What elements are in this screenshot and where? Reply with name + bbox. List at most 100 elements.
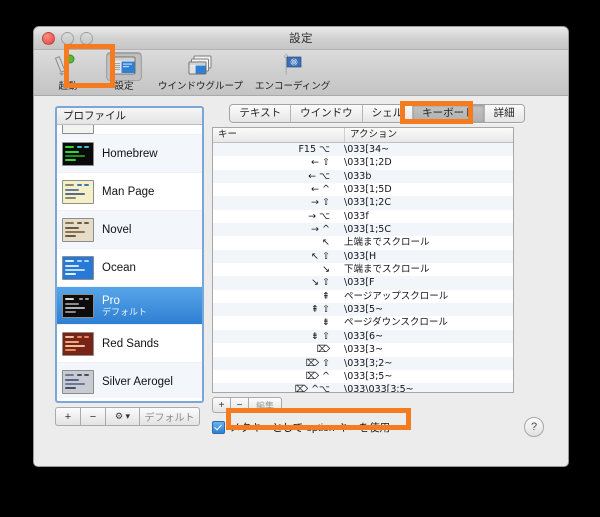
cell-action: \033[1;2C: [344, 197, 391, 209]
profile-default-badge: デフォルト: [102, 306, 148, 317]
window-group-icon: [182, 52, 218, 81]
cell-key: ⌦: [316, 344, 330, 356]
meta-option-row[interactable]: メタキーとして option キーを使用: [212, 420, 542, 435]
remove-profile-button[interactable]: −: [80, 407, 105, 426]
profiles-list-frame: プロファイル Homebrew Man Page Novel Ocean Pro…: [55, 106, 204, 403]
profile-name: Ocean: [102, 261, 136, 274]
tab-text[interactable]: テキスト: [230, 104, 292, 122]
add-mapping-button[interactable]: +: [212, 397, 230, 413]
table-row[interactable]: → ^ \033[1;5C: [213, 223, 513, 237]
tab-keyboard[interactable]: キーボード: [413, 104, 485, 122]
table-row[interactable]: ⌦ ^ \033[3;5~: [213, 369, 513, 384]
table-row[interactable]: ← ^ \033[1;5D: [213, 183, 513, 197]
table-row[interactable]: ⇞ ⇧ \033[5~: [213, 303, 513, 317]
cell-key: ↖ ⇧: [311, 250, 330, 262]
profile-thumbnail: [62, 331, 94, 356]
list-item[interactable]: Homebrew: [57, 135, 202, 173]
cell-action: ページアップスクロール: [344, 290, 449, 302]
cell-key: → ^: [311, 224, 330, 236]
cell-action: \033[1;2D: [344, 157, 392, 169]
cell-action: \033[3;5~: [344, 370, 393, 382]
table-row[interactable]: → ⌥ \033f: [213, 209, 513, 224]
cell-key: ⇟: [322, 317, 330, 329]
profile-name: Man Page: [102, 185, 155, 198]
gear-icon[interactable]: ⚙ ▾: [105, 407, 139, 426]
cell-key: ← ⌥: [308, 170, 330, 182]
profile-name: Pro: [102, 294, 120, 307]
remove-mapping-button[interactable]: −: [230, 397, 248, 413]
window-title: 設定: [289, 33, 313, 45]
cell-action: \033[6~: [344, 330, 384, 342]
cell-action: \033b: [344, 170, 372, 182]
table-row[interactable]: ⌦ ⇧ \033[3;2~: [213, 356, 513, 370]
table-row[interactable]: ⇟ ⇧ \033[6~: [213, 329, 513, 344]
list-item[interactable]: Red Sands: [57, 325, 202, 363]
tab-advanced[interactable]: 詳細: [484, 104, 524, 122]
profile-thumbnail: [62, 217, 94, 242]
cell-action: \033[F: [344, 277, 375, 289]
table-row[interactable]: ← ⌥ \033b: [213, 169, 513, 184]
toolbar: 起動 設定 ウインドウグループ エンコーディング: [34, 50, 568, 96]
profiles-toolbar: + − ⚙ ▾ デフォルト: [55, 407, 200, 426]
table-row[interactable]: F15 ⌥ \033[34~: [213, 143, 513, 157]
toolbar-label-encoding: エンコーディング: [254, 81, 331, 92]
cell-key: ↘: [322, 264, 330, 276]
help-button[interactable]: ?: [524, 417, 544, 437]
toolbar-item-startup[interactable]: 起動: [40, 52, 96, 92]
tab-shell[interactable]: シェル: [362, 104, 414, 122]
profile-thumbnail: [62, 293, 94, 318]
column-header-action[interactable]: アクション: [345, 128, 513, 142]
cell-key: ⌦ ⇧: [305, 357, 330, 369]
table-header: キー アクション: [213, 128, 513, 143]
table-row[interactable]: ⇞ ページアップスクロール: [213, 289, 513, 304]
startup-icon: [50, 52, 86, 81]
table-row[interactable]: ⇟ ページダウンスクロール: [213, 316, 513, 330]
list-item[interactable]: Novel: [57, 211, 202, 249]
cell-key: ⇞ ⇧: [311, 304, 330, 316]
add-profile-button[interactable]: +: [55, 407, 80, 426]
key-mappings-table[interactable]: キー アクション F15 ⌥ \033[34~ ← ⇧ \033[1;2D ← ⌥ \…: [212, 127, 514, 393]
window-content: プロファイル Homebrew Man Page Novel Ocean Pro…: [34, 96, 568, 466]
cell-action: \033[3;2~: [344, 357, 393, 369]
cell-action: ページダウンスクロール: [344, 317, 448, 329]
meta-option-checkbox[interactable]: [212, 421, 225, 434]
cell-key: → ⌥: [308, 210, 330, 222]
list-item-selected[interactable]: Pro デフォルト: [57, 287, 202, 325]
table-row[interactable]: ↖ ⇧ \033[H: [213, 249, 513, 264]
cell-action: \033[1;5D: [344, 184, 392, 196]
table-row[interactable]: ↖ 上端までスクロール: [213, 236, 513, 250]
profile-name: Homebrew: [102, 147, 158, 160]
toolbar-item-settings[interactable]: 設定: [96, 52, 152, 92]
toolbar-label-settings: 設定: [114, 81, 134, 92]
profile-thumbnail: [62, 369, 94, 394]
settings-pane: テキスト ウインドウ シェル キーボード 詳細 キー アクション F15 ⌥ \0…: [212, 100, 544, 437]
screen: 設定 起動 設定 ウインドウグループ エンコーディング プロファイル Homeb…: [0, 0, 600, 517]
toolbar-item-window-group[interactable]: ウインドウグループ: [152, 52, 249, 92]
column-header-key[interactable]: キー: [213, 128, 345, 142]
table-row[interactable]: ⌦ ^⌥ \033\033[3;5~: [213, 383, 513, 392]
cell-key: ⌦ ^: [305, 370, 330, 382]
table-row[interactable]: → ⇧ \033[1;2C: [213, 196, 513, 210]
cell-key: ↖: [322, 237, 330, 249]
encoding-flag-icon: [275, 52, 311, 81]
edit-mapping-button[interactable]: 編集: [248, 397, 282, 413]
table-row[interactable]: ← ⇧ \033[1;2D: [213, 156, 513, 170]
table-row[interactable]: ↘ 下端までスクロール: [213, 263, 513, 277]
table-row[interactable]: ↘ ⇧ \033[F: [213, 276, 513, 290]
list-item[interactable]: Man Page: [57, 173, 202, 211]
cell-action: \033f: [344, 210, 369, 222]
profiles-list[interactable]: Homebrew Man Page Novel Ocean Pro デフォルト …: [57, 125, 202, 398]
toolbar-item-encoding[interactable]: エンコーディング: [249, 52, 336, 92]
set-default-button[interactable]: デフォルト: [139, 407, 200, 426]
table-row[interactable]: ⌦ \033[3~: [213, 343, 513, 357]
list-item[interactable]: [57, 125, 202, 135]
cell-key: → ⇧: [311, 197, 330, 209]
table-toolbar: + − 編集: [212, 397, 542, 413]
list-item[interactable]: Ocean: [57, 249, 202, 287]
toolbar-label-startup: 起動: [58, 81, 78, 92]
cell-key: ⇞: [322, 290, 330, 302]
cell-action: \033[5~: [344, 304, 384, 316]
settings-window-icon: [106, 52, 142, 81]
tab-window[interactable]: ウインドウ: [291, 104, 363, 122]
list-item[interactable]: Silver Aerogel: [57, 363, 202, 398]
